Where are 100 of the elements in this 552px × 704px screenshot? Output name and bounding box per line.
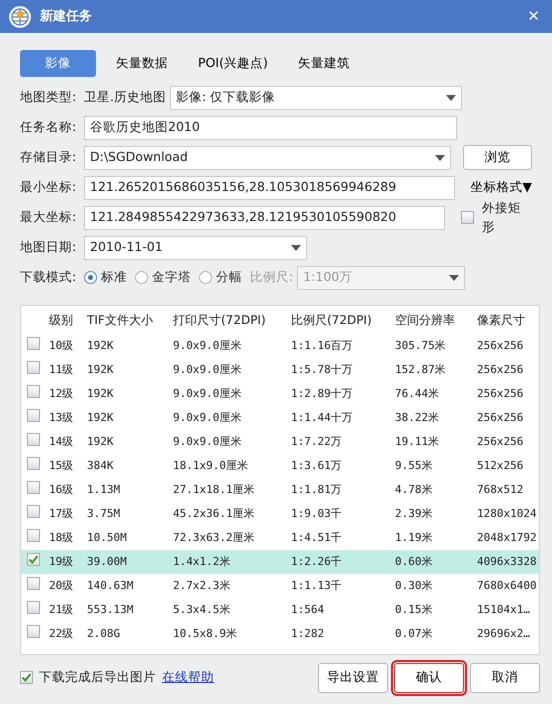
dialog-button[interactable]: 确认 bbox=[394, 662, 464, 693]
table-cell: 1280x1024 bbox=[477, 506, 537, 520]
column-header[interactable]: 级别 bbox=[47, 306, 85, 334]
table-cell: 768x512 bbox=[477, 482, 524, 496]
table-cell: 18级 bbox=[49, 530, 74, 544]
table-cell: 15级 bbox=[49, 458, 74, 472]
column-header[interactable]: 打印尺寸(72DPI) bbox=[171, 306, 289, 334]
table-cell: 553.13M bbox=[87, 602, 134, 616]
checkbox[interactable] bbox=[27, 600, 40, 614]
table-cell: 1.13M bbox=[87, 482, 120, 496]
table-cell: 0.30米 bbox=[395, 578, 432, 592]
column-header[interactable]: 空间分辨率 bbox=[393, 306, 475, 334]
checkbox[interactable] bbox=[27, 480, 40, 494]
table-cell: 11级 bbox=[49, 362, 74, 376]
checkbox[interactable] bbox=[27, 624, 40, 638]
tab[interactable]: 矢量数据 bbox=[104, 50, 180, 77]
field-label: 地图日期: bbox=[20, 238, 78, 256]
max-coordinate-field[interactable]: 121.2849855422973633,28.1219530105590820 bbox=[84, 206, 445, 230]
column-header[interactable]: 比例尺(72DPI) bbox=[289, 306, 393, 334]
table-cell: 1.19米 bbox=[395, 530, 432, 544]
table-cell: 2.7x2.3米 bbox=[173, 578, 230, 592]
table-cell: 45.2x36.1厘米 bbox=[173, 506, 255, 520]
table-cell: 1:282 bbox=[291, 626, 324, 640]
table-cell: 192K bbox=[87, 434, 114, 448]
table-cell: 1:5.78十万 bbox=[291, 362, 353, 376]
close-button[interactable]: ✕ bbox=[523, 5, 544, 28]
table-cell: 76.44米 bbox=[395, 386, 440, 400]
table-cell: 256x256 bbox=[477, 386, 524, 400]
map-type-select[interactable]: 影像: 仅下载影像 bbox=[170, 86, 462, 110]
table-cell: 9.0x9.0厘米 bbox=[173, 338, 242, 352]
table-cell: 9.0x9.0厘米 bbox=[173, 434, 242, 448]
table-cell: 256x256 bbox=[477, 410, 524, 424]
checkbox[interactable] bbox=[27, 553, 40, 566]
table-cell: 1:1.44十万 bbox=[291, 410, 353, 424]
table-cell: 1.4x1.2米 bbox=[173, 554, 230, 568]
table-cell: 0.15米 bbox=[395, 602, 432, 616]
table-cell: 1:7.22万 bbox=[291, 434, 342, 448]
table-cell: 9.0x9.0厘米 bbox=[173, 362, 242, 376]
table-cell: 27.1x18.1厘米 bbox=[173, 482, 255, 496]
checkbox[interactable] bbox=[27, 408, 40, 422]
browse-button[interactable]: 浏览 bbox=[463, 145, 532, 170]
date-select[interactable]: 2010-11-01 bbox=[84, 236, 307, 260]
table-cell: 17级 bbox=[49, 506, 74, 520]
field-label: 存储目录: bbox=[20, 148, 78, 166]
directory-select[interactable]: D:\SGDownload bbox=[84, 146, 452, 170]
tab[interactable]: 矢量建筑 bbox=[286, 50, 362, 77]
table-cell: 20级 bbox=[49, 578, 74, 592]
table-cell: 38.22米 bbox=[395, 410, 440, 424]
tab[interactable]: POI(兴趣点) bbox=[188, 50, 278, 77]
table-cell: 1:2.26千 bbox=[291, 554, 342, 568]
checkbox[interactable] bbox=[27, 504, 40, 518]
table-cell: 12级 bbox=[49, 386, 74, 400]
scale-label: 比例尺: bbox=[250, 268, 294, 286]
table-cell: 305.75米 bbox=[395, 338, 446, 352]
table-cell: 19级 bbox=[49, 554, 74, 568]
checkbox-label: 外接矩形 bbox=[482, 199, 522, 236]
table-cell: 16级 bbox=[49, 482, 74, 496]
table-cell: 192K bbox=[87, 386, 114, 400]
column-header[interactable]: 像素尺寸 bbox=[475, 306, 539, 334]
table-cell: 0.60米 bbox=[395, 554, 432, 568]
table-cell: 2.39米 bbox=[395, 506, 432, 520]
checkbox[interactable] bbox=[27, 432, 40, 446]
column-header[interactable]: TIF文件大小 bbox=[85, 306, 171, 334]
dialog-button[interactable]: 取消 bbox=[470, 662, 540, 693]
table-cell: 1:1.16百万 bbox=[291, 338, 353, 352]
table-cell: 1:564 bbox=[291, 602, 324, 616]
table-cell: 4096x3328 bbox=[477, 554, 537, 568]
checkbox[interactable] bbox=[27, 336, 40, 350]
field-label: 下载模式: bbox=[20, 268, 78, 286]
table-cell: 72.3x63.2厘米 bbox=[173, 530, 255, 544]
table-cell: 18.1x9.0厘米 bbox=[173, 458, 248, 472]
checkbox[interactable] bbox=[20, 671, 33, 684]
task-name-field[interactable]: 谷歌历史地图2010 bbox=[84, 116, 457, 140]
table-cell: 14级 bbox=[49, 434, 74, 448]
table-cell: 4.78米 bbox=[395, 482, 432, 496]
checkbox[interactable] bbox=[27, 456, 40, 470]
table-cell: 5.3x4.5米 bbox=[173, 602, 230, 616]
table-cell: 256x256 bbox=[477, 434, 524, 448]
checkbox[interactable] bbox=[27, 360, 40, 374]
table-cell: 256x256 bbox=[477, 362, 524, 376]
window-title: 新建任务 bbox=[40, 8, 92, 26]
table-cell: 10.5x8.9米 bbox=[173, 626, 237, 640]
table-cell: 192K bbox=[87, 362, 114, 376]
field-label: 任务名称: bbox=[20, 118, 78, 136]
checkbox[interactable] bbox=[27, 384, 40, 398]
table-cell: 1:9.03千 bbox=[291, 506, 342, 520]
table-cell: 22级 bbox=[49, 626, 74, 640]
checkbox[interactable] bbox=[27, 576, 40, 590]
table-cell: 7680x6400 bbox=[477, 578, 537, 592]
table-cell: 152.87米 bbox=[395, 362, 446, 376]
min-coordinate-field[interactable]: 121.2652015686035156,28.1053018569946289 bbox=[84, 176, 455, 200]
dialog-button[interactable]: 导出设置 bbox=[318, 662, 388, 693]
checkbox[interactable] bbox=[27, 528, 40, 542]
coordinate-format-button[interactable]: 坐标格式▼ bbox=[458, 178, 532, 198]
radio-label: 金字塔 bbox=[152, 268, 191, 286]
tab[interactable]: 影像 bbox=[20, 50, 96, 77]
help-link[interactable]: 在线帮助 bbox=[162, 668, 214, 688]
checkbox[interactable] bbox=[460, 211, 474, 224]
globe-icon bbox=[8, 4, 32, 28]
table-cell: 10级 bbox=[49, 338, 74, 352]
